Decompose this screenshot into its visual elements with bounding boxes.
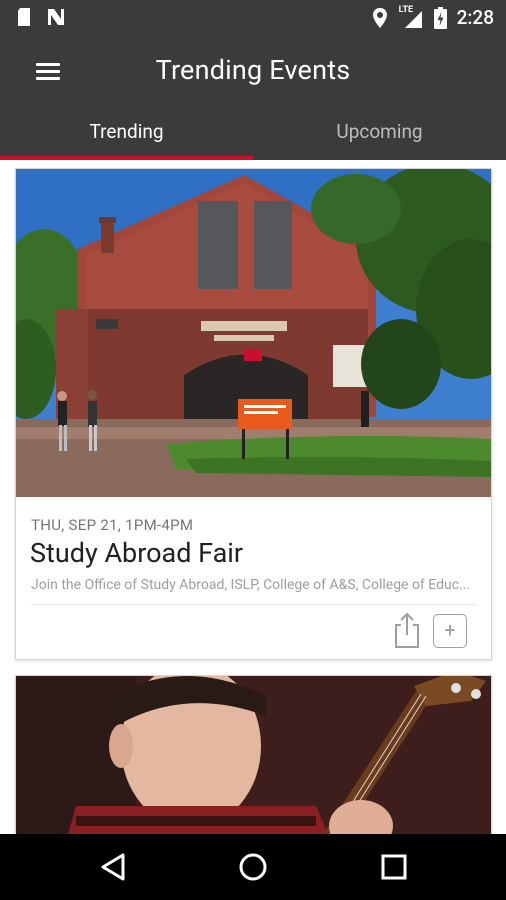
plus-icon: +	[444, 618, 456, 642]
tab-upcoming[interactable]: Upcoming	[253, 110, 506, 160]
event-date: THU, SEP 21, 1PM-4PM	[31, 516, 194, 534]
page-title: Trending Events	[155, 54, 351, 86]
event-image[interactable]	[16, 169, 491, 497]
event-list[interactable]: THU, SEP 21, 1PM-4PM Study Abroad Fair J…	[0, 160, 506, 834]
event-image[interactable]	[16, 676, 491, 834]
battery-icon	[433, 6, 447, 29]
event-title[interactable]: Study Abroad Fair	[30, 537, 243, 569]
navigation-bar	[0, 834, 506, 900]
tab-bar: Trending Upcoming	[0, 110, 506, 160]
back-icon	[101, 853, 125, 881]
app-bar: Trending Events Trending Upcoming	[0, 36, 506, 160]
home-button[interactable]	[228, 842, 278, 892]
tab-trending[interactable]: Trending	[0, 110, 253, 160]
recents-icon	[381, 854, 407, 880]
recents-button[interactable]	[369, 842, 419, 892]
status-time: 2:28	[456, 6, 494, 29]
status-left-icons	[16, 7, 66, 27]
status-right-icons: LTE 2:28	[372, 5, 494, 29]
sd-card-icon	[18, 8, 30, 26]
card-divider	[31, 604, 476, 605]
home-icon	[239, 853, 267, 881]
event-card[interactable]	[15, 675, 492, 834]
back-button[interactable]	[89, 842, 139, 892]
share-icon	[395, 612, 419, 648]
lte-signal-icon: LTE	[398, 5, 424, 29]
event-card[interactable]: THU, SEP 21, 1PM-4PM Study Abroad Fair J…	[15, 168, 492, 660]
location-icon	[372, 7, 387, 28]
share-button[interactable]	[392, 611, 422, 649]
no-signal-icon	[48, 9, 64, 25]
add-to-calendar-button[interactable]: +	[433, 614, 467, 648]
event-description: Join the Office of Study Abroad, ISLP, C…	[31, 577, 471, 593]
status-bar: LTE 2:28	[0, 0, 506, 36]
